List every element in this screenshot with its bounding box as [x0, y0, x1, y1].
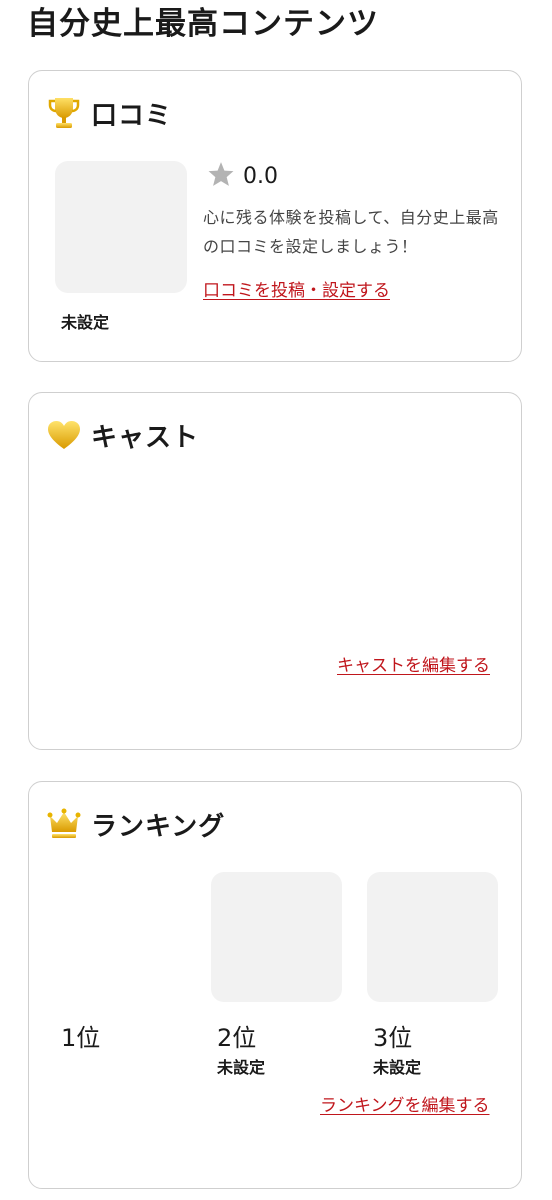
ranking-card-header: ランキング	[47, 804, 225, 844]
cast-card: キャスト キャストを編集する	[28, 392, 522, 750]
cast-heading: キャスト	[91, 422, 200, 453]
rating-value: 0.0	[243, 163, 278, 189]
rank-3-image-placeholder[interactable]	[367, 872, 498, 1002]
rank-2-image-placeholder[interactable]	[211, 872, 342, 1002]
post-review-link[interactable]: 口コミを投稿・設定する	[203, 276, 390, 301]
edit-cast-link[interactable]: キャストを編集する	[337, 651, 490, 676]
rank-3-status: 未設定	[373, 1058, 422, 1077]
review-card-header: 口コミ	[47, 93, 172, 133]
rating: 0.0	[207, 161, 278, 191]
cast-card-header: キャスト	[47, 415, 199, 455]
review-image-placeholder[interactable]	[55, 161, 187, 293]
review-card: 口コミ 未設定 0.0 心に残る体験を投稿して、自分史上最高の口コミを設定しまし…	[28, 70, 522, 362]
rank-2-label: 2位	[217, 1024, 257, 1052]
review-heading: 口コミ	[91, 100, 173, 131]
rank-3-label: 3位	[373, 1024, 413, 1052]
review-unset-label: 未設定	[61, 313, 110, 332]
ranking-heading: ランキング	[91, 811, 226, 842]
edit-ranking-link[interactable]: ランキングを編集する	[320, 1091, 490, 1116]
page-title: 自分史上最高コンテンツ	[27, 6, 379, 42]
heart-icon	[47, 417, 81, 453]
crown-icon	[47, 806, 81, 842]
trophy-icon	[47, 95, 81, 131]
rank-2-status: 未設定	[217, 1058, 266, 1077]
review-description: 心に残る体験を投稿して、自分史上最高の口コミを設定しましょう！	[203, 208, 499, 256]
star-icon	[207, 161, 235, 191]
rank-1-label: 1位	[61, 1024, 101, 1052]
ranking-card: ランキング 1位 2位 3位 未設定 未設定 ランキングを編集する	[28, 781, 522, 1189]
